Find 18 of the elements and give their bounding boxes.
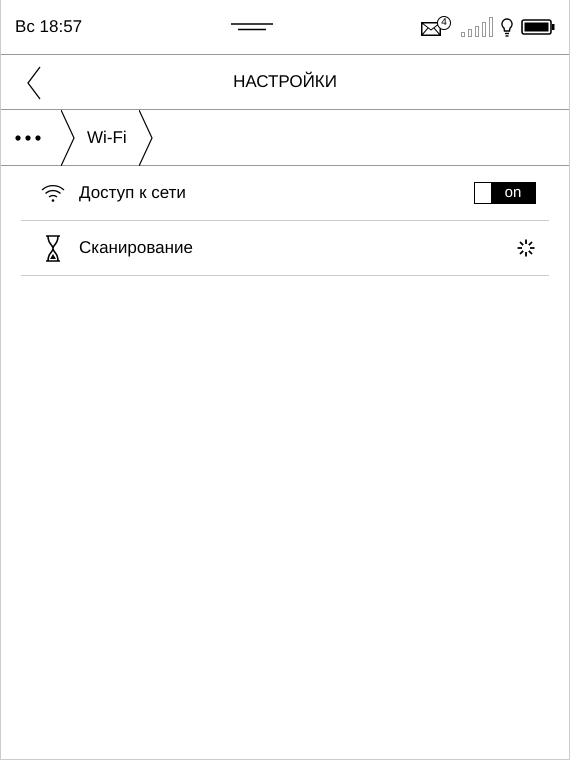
- signal-icon: [460, 17, 493, 37]
- battery-icon: [520, 19, 555, 35]
- toggle-switch[interactable]: on: [474, 182, 536, 204]
- loading-spinner-icon: [516, 238, 536, 258]
- menu-handle-icon[interactable]: [230, 23, 273, 31]
- page-title: НАСТРОЙКИ: [233, 70, 337, 94]
- hourglass-icon: [45, 234, 61, 262]
- breadcrumb-item[interactable]: Wi-Fi: [87, 124, 127, 150]
- breadcrumb-separator-icon: [138, 110, 153, 166]
- lightbulb-icon: [500, 18, 513, 36]
- breadcrumb-separator-icon: [61, 110, 75, 166]
- clock-time: Вс 18:57: [15, 16, 82, 38]
- more-icon[interactable]: [15, 134, 41, 140]
- mail-indicator[interactable]: 4: [420, 16, 453, 38]
- setting-label: Сканирование: [79, 237, 194, 260]
- back-icon[interactable]: [27, 66, 41, 100]
- setting-label: Доступ к сети: [79, 182, 187, 204]
- wifi-icon: [41, 184, 65, 202]
